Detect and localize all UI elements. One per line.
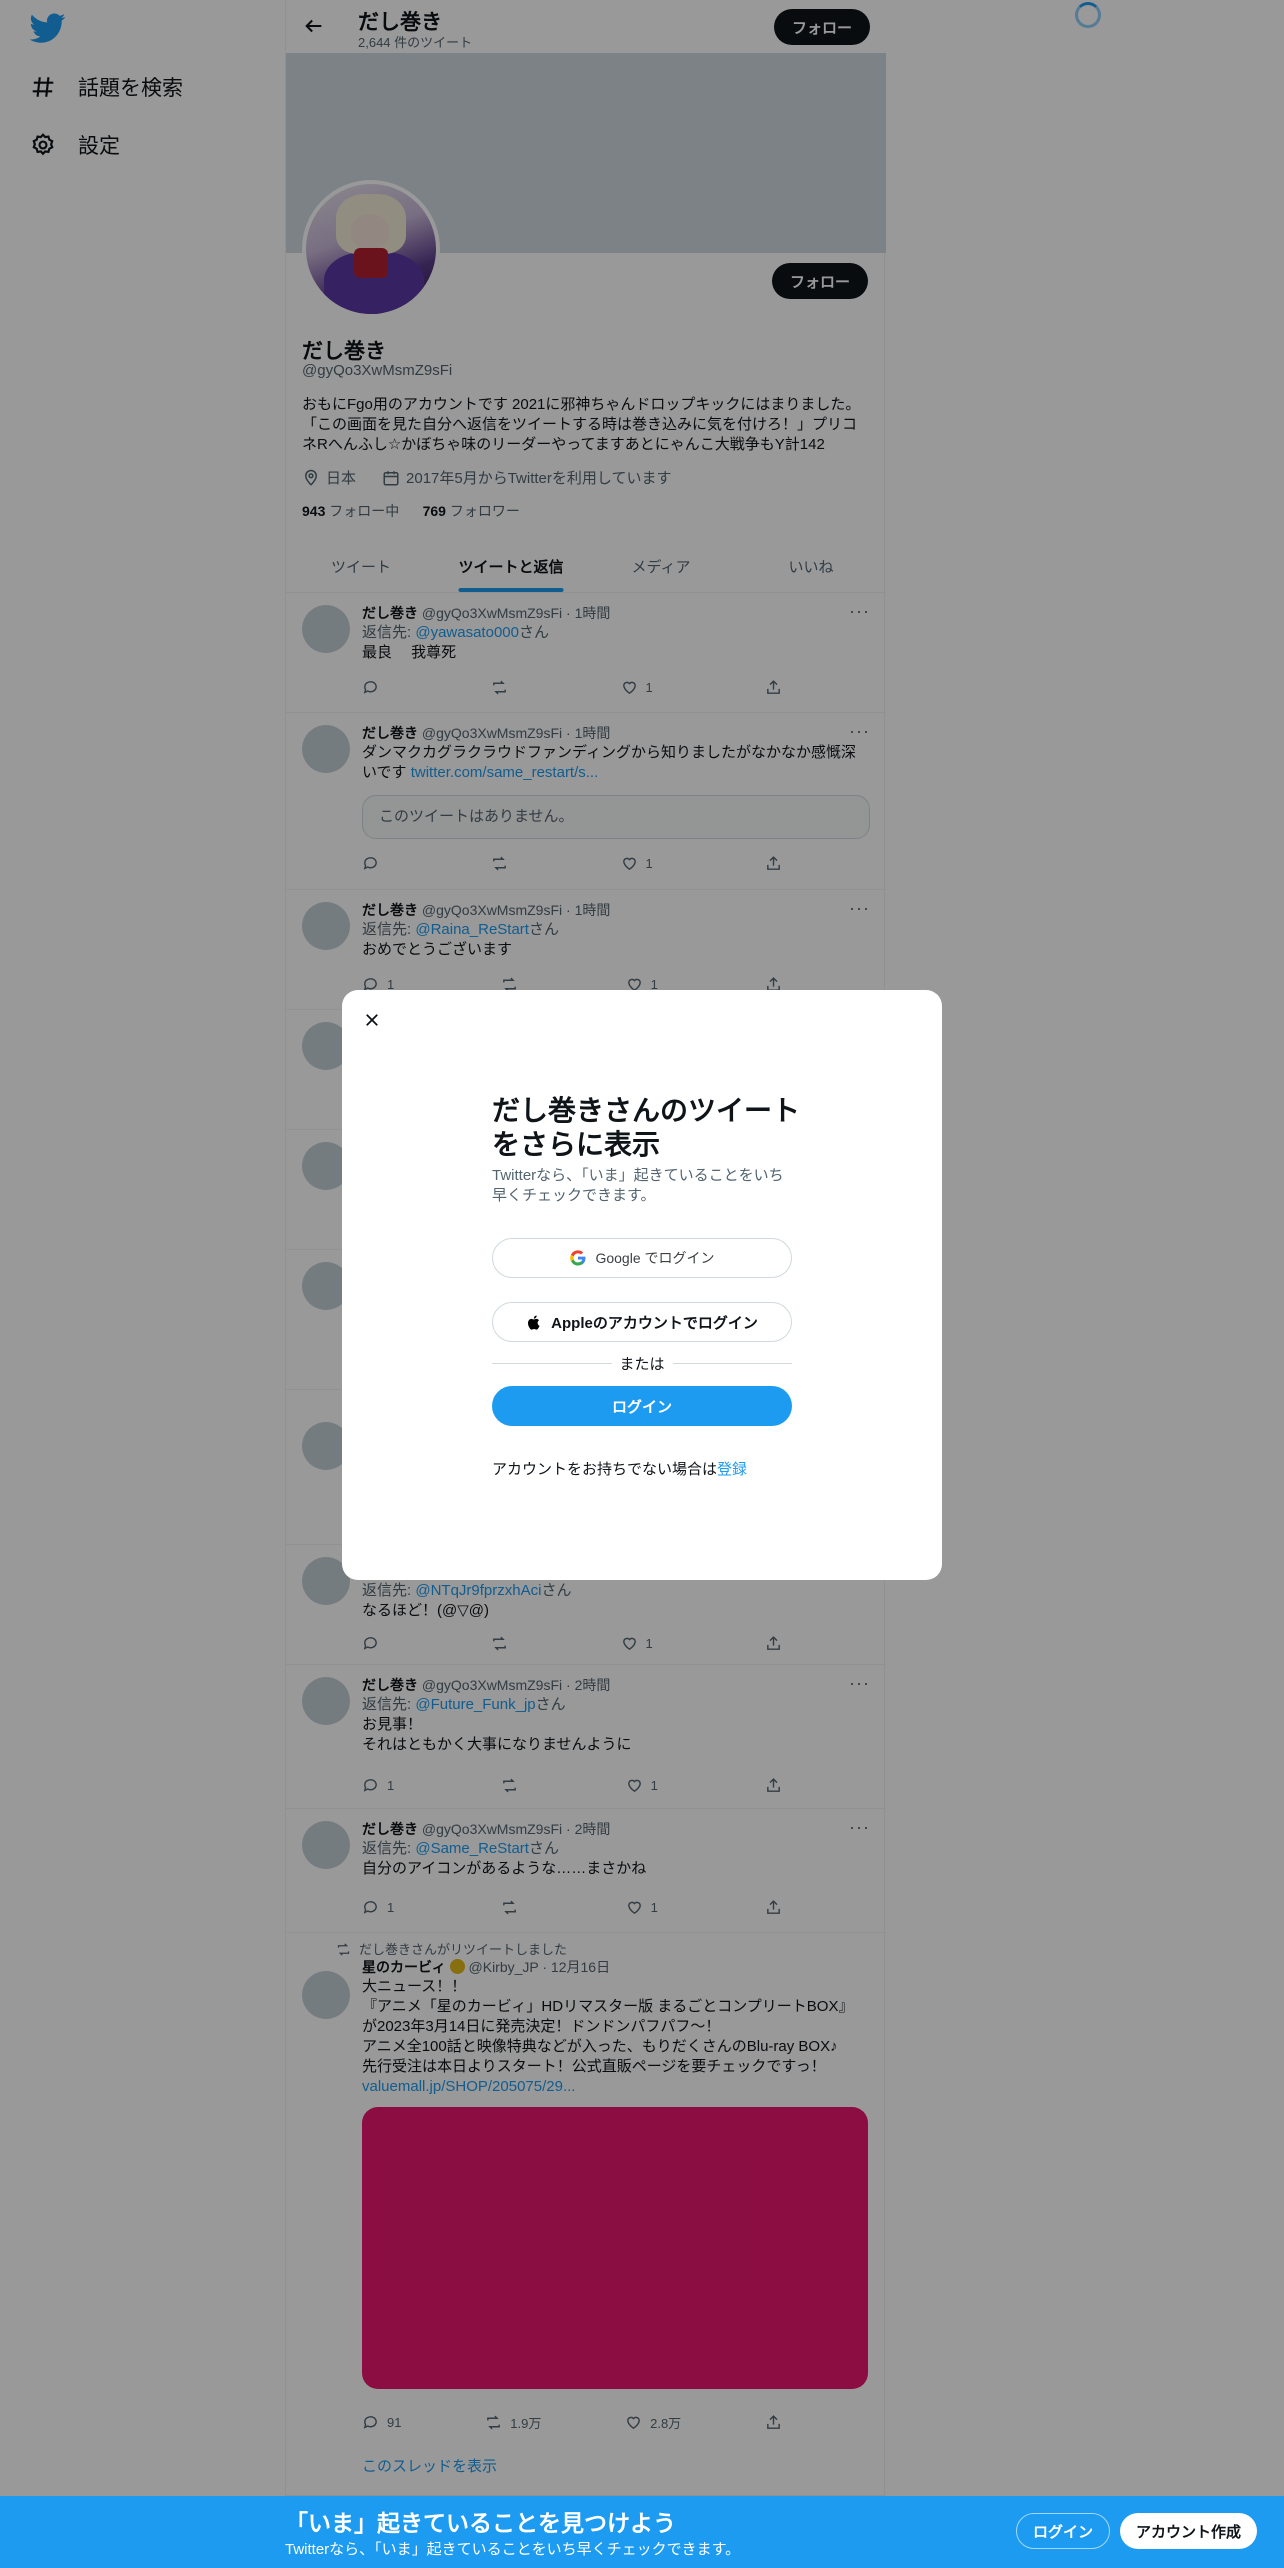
bottom-login-button[interactable]: ログイン [1016,2513,1111,2549]
or-divider: または [492,1353,793,1374]
bottom-signup-bar: 「いま」起きていることを見つけよう Twitterなら、「いま」起きていることを… [0,2496,1284,2568]
apple-login-button[interactable]: Appleのアカウントでログイン [492,1302,792,1342]
signup-link[interactable]: 登録 [717,1461,747,1478]
modal-subtitle: Twitterなら、「いま」起きていることをいち早くチェックできます。 [492,1167,784,1204]
google-login-button[interactable]: Google でログイン [492,1238,792,1278]
bottom-bar-subtitle: Twitterなら、「いま」起きていることをいち早くチェックできます。 [285,2541,741,2558]
modal-title: だし巻きさんのツイートをさらに表示 [492,1095,801,1160]
bottom-bar-title: 「いま」起きていることを見つけよう [285,2510,676,2536]
close-button[interactable] [356,1004,388,1036]
close-icon [363,1011,381,1029]
apple-icon [526,1313,543,1331]
bottom-signup-button[interactable]: アカウント作成 [1120,2513,1258,2549]
login-button[interactable]: ログイン [492,1386,792,1426]
google-icon [569,1249,587,1267]
signup-prompt: アカウントをお持ちでない場合は登録 [492,1461,748,1478]
login-modal: だし巻きさんのツイートをさらに表示 Twitterなら、「いま」起きていることを… [342,990,942,1580]
